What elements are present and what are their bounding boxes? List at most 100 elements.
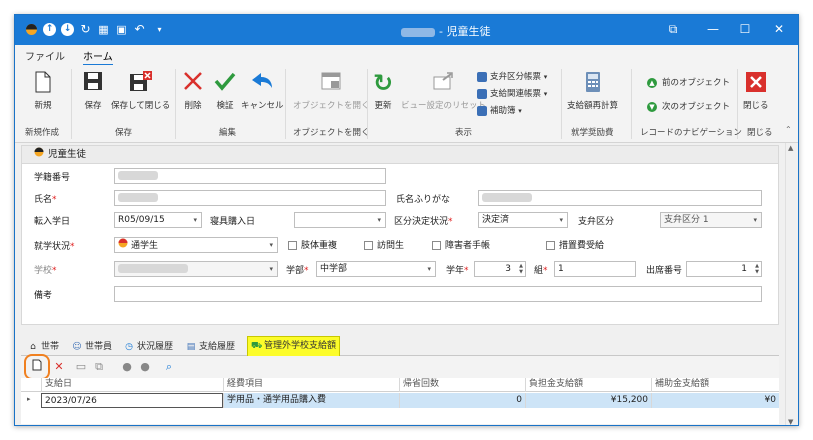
tab-household-members[interactable]: ☺ 世帯員 — [69, 339, 115, 356]
table-row[interactable]: ▸ 2023/07/26 学用品・通学用品購入費 0 ¥15,200 ¥0 — [21, 393, 779, 408]
delete-row-icon[interactable]: ✕ — [51, 359, 67, 375]
arrow-down-icon: ▼ — [647, 101, 657, 112]
chevron-down-icon[interactable]: ▾ — [269, 238, 273, 252]
checkbox-visiting[interactable]: 訪問生 — [364, 238, 404, 251]
tab-external-school-payment[interactable]: ⛟ 管理外学校支給額 — [247, 336, 341, 357]
col-header-count[interactable]: 帰省回数 — [399, 378, 525, 392]
checkbox-box[interactable] — [288, 241, 297, 250]
people-icon: ☺ — [72, 341, 82, 352]
chevron-down-icon[interactable]: ▾ — [559, 213, 563, 227]
decision-status-select[interactable]: 決定済 ▾ — [478, 212, 568, 228]
open-object-button[interactable]: オブジェクトを開く — [293, 69, 370, 111]
save-close-button[interactable]: 保存して閉じる — [111, 69, 170, 111]
seat-number-label: 出席番号 — [646, 266, 683, 276]
refresh-icon[interactable]: ↻ — [79, 23, 92, 36]
minimize-button[interactable]: — — [705, 21, 721, 37]
upload-icon[interactable]: ↑ — [43, 23, 56, 36]
new-row-button[interactable] — [24, 354, 50, 380]
chevron-down-icon[interactable]: ▾ — [269, 262, 273, 276]
delete-label: 削除 — [184, 101, 202, 111]
aux-ledger-dropdown[interactable]: 補助簿 ▾ — [477, 105, 522, 117]
decision-status-value: 決定済 — [482, 215, 510, 225]
checkbox-box[interactable] — [432, 241, 441, 250]
col-header-subsidy[interactable]: 補助金支給額 — [651, 378, 779, 392]
prev-object-button[interactable]: ▲ 前のオブジェクト — [647, 77, 730, 89]
checkbox-allowance[interactable]: 措置費受給 — [546, 238, 604, 251]
tab-household[interactable]: ⌂ 世帯 — [25, 339, 62, 356]
col-header-burden[interactable]: 負担金支給額 — [525, 378, 651, 392]
name-field[interactable] — [114, 190, 386, 206]
scroll-down-icon[interactable]: ▼ — [788, 418, 793, 425]
new-button[interactable]: 新規 — [31, 69, 55, 111]
car-money-icon: ⛟ — [251, 340, 263, 351]
dropdown-icon[interactable]: ▾ — [153, 23, 166, 36]
close-record-button[interactable]: 閉じる — [743, 69, 769, 111]
save-button[interactable]: 保存 — [81, 69, 105, 111]
menu-file[interactable]: ファイル — [25, 48, 65, 63]
ribbon-collapse-icon[interactable]: ⌃ — [785, 125, 792, 134]
gakuseki-field[interactable] — [114, 168, 386, 184]
prev-circle-icon[interactable]: ● — [119, 359, 135, 375]
recalc-button[interactable]: 支給額再計算 — [567, 69, 618, 111]
download-icon[interactable]: ↓ — [61, 23, 74, 36]
kubun-select[interactable]: 支弁区分 1 ▾ — [660, 212, 762, 228]
chevron-down-icon[interactable]: ▾ — [377, 213, 381, 227]
app-icon — [25, 23, 38, 36]
verify-button[interactable]: 検証 — [213, 69, 237, 111]
menu-home[interactable]: ホーム — [83, 48, 113, 66]
cancel-button[interactable]: キャンセル — [241, 69, 284, 111]
stepper-arrows-icon[interactable]: ▲ ▼ — [755, 263, 759, 275]
stepper-arrows-icon[interactable]: ▲ ▼ — [519, 263, 523, 275]
bedding-date-field[interactable]: ▾ — [294, 212, 386, 228]
save-icon[interactable]: ▣ — [115, 23, 128, 36]
chevron-down-icon[interactable]: ▾ — [753, 213, 757, 227]
payment-ledger-dropdown[interactable]: 支弁区分帳票 ▾ — [477, 71, 547, 83]
tab-payment-history[interactable]: ▤ 支給履歴 — [183, 339, 238, 356]
detail-tabs: ⌂ 世帯 ☺ 世帯員 ◷ 状況履歴 ▤ 支給履歴 ⛟ 管理外学校支給額 — [21, 336, 779, 357]
scroll-up-icon[interactable]: ▲ — [788, 144, 793, 152]
search-icon[interactable]: ⌕ — [161, 359, 177, 375]
content-area: 児童生徒 学籍番号 氏名* 氏名ふりがな 転入学日 R05/09/15 ▾ 寝具購… — [15, 143, 785, 425]
next-object-button[interactable]: ▼ 次のオブジェクト — [647, 101, 730, 113]
cell-count[interactable]: 0 — [399, 393, 525, 408]
maximize-button[interactable]: ☐ — [737, 21, 753, 37]
vertical-scrollbar[interactable]: ▲ ▼ — [785, 143, 798, 425]
cell-subsidy[interactable]: ¥0 — [651, 393, 779, 408]
checkbox-box[interactable] — [364, 241, 373, 250]
cell-item[interactable]: 学用品・通学用品購入費 — [223, 393, 399, 408]
dept-select[interactable]: 中学部 ▾ — [316, 261, 436, 277]
seat-number-stepper[interactable]: 1 ▲ ▼ — [686, 261, 762, 277]
checkbox-multiple-disability[interactable]: 肢体重複 — [288, 238, 337, 251]
ledger-icon — [477, 105, 487, 116]
grid-icon[interactable]: ▦ — [97, 23, 110, 36]
cell-date[interactable]: 2023/07/26 — [41, 393, 223, 408]
restore-icon[interactable]: ⧉ — [665, 21, 681, 37]
checkbox-box[interactable] — [546, 241, 555, 250]
close-button[interactable]: ✕ — [771, 21, 787, 37]
chevron-down-icon[interactable]: ▾ — [193, 213, 197, 227]
grade-stepper[interactable]: 3 ▲ ▼ — [474, 261, 526, 277]
cell-burden[interactable]: ¥15,200 — [525, 393, 651, 408]
group-label-new: 新規作成 — [25, 128, 60, 138]
view-reset-button[interactable]: ビュー設定のリセット — [401, 69, 486, 111]
col-header-item[interactable]: 経費項目 — [223, 378, 399, 392]
school-select[interactable]: ▾ — [114, 261, 278, 277]
delete-button[interactable]: 削除 — [181, 69, 205, 111]
kana-field[interactable] — [478, 190, 762, 206]
name-label: 氏名* — [34, 195, 57, 205]
payment-related-dropdown[interactable]: 支給関連帳票 ▾ — [477, 88, 547, 100]
transfer-date-field[interactable]: R05/09/15 ▾ — [114, 212, 202, 228]
tab-status-history[interactable]: ◷ 状況履歴 — [121, 339, 176, 356]
open-window-icon[interactable]: ▭ — [73, 359, 89, 375]
notes-field[interactable] — [114, 286, 762, 302]
checkbox-disability-cert[interactable]: 障害者手帳 — [432, 238, 490, 251]
undo-icon[interactable]: ↶ — [133, 23, 146, 36]
chevron-down-icon[interactable]: ▾ — [427, 262, 431, 276]
enrollment-status-select[interactable]: 通学生 ▾ — [114, 237, 278, 253]
external-link-icon[interactable]: ⧉ — [91, 359, 107, 375]
refresh-button[interactable]: ↻ 更新 — [371, 69, 395, 111]
class-field[interactable]: 1 — [554, 261, 636, 277]
next-object-label: 次のオブジェクト — [662, 102, 731, 112]
col-header-date[interactable]: 支給日 — [41, 378, 223, 392]
next-circle-icon[interactable]: ● — [137, 359, 153, 375]
